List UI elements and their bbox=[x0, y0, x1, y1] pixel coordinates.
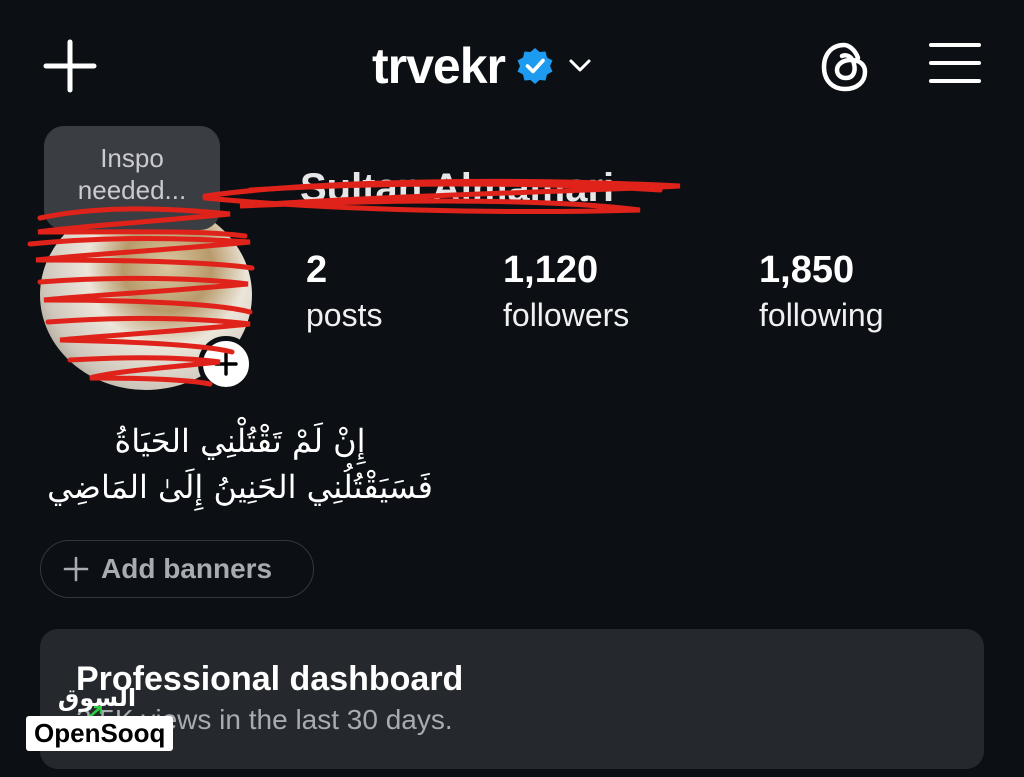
note-bubble[interactable]: Inspo needed... bbox=[44, 126, 220, 230]
stat-posts[interactable]: 2 posts bbox=[306, 248, 382, 338]
full-name: Sultan Almamari bbox=[300, 166, 615, 210]
stat-followers[interactable]: 1,120 followers bbox=[503, 248, 629, 338]
plus-icon bbox=[63, 556, 89, 582]
posts-label: posts bbox=[306, 297, 383, 333]
add-banners-button[interactable]: Add banners bbox=[40, 540, 314, 598]
plus-icon bbox=[214, 352, 238, 376]
following-label: following bbox=[759, 297, 884, 333]
threads-icon[interactable] bbox=[818, 40, 872, 94]
stat-following[interactable]: 1,850 following bbox=[759, 248, 884, 338]
bio-line-2: فَسَيَقْتُلُنِي الحَنِينُ إِلَىٰ المَاضِ… bbox=[47, 468, 433, 506]
add-story-button[interactable] bbox=[198, 336, 254, 392]
followers-label: followers bbox=[503, 297, 630, 333]
username: trvekr bbox=[372, 38, 506, 94]
bio-line-1: إِنْ لَمْ تَقْتُلْنِي الحَيَاةُ bbox=[114, 422, 366, 460]
hamburger-menu-icon[interactable] bbox=[928, 40, 982, 86]
verified-badge-icon bbox=[517, 48, 553, 84]
posts-count: 2 bbox=[306, 249, 328, 291]
account-switcher[interactable]: trvekr bbox=[372, 34, 595, 98]
chevron-down-icon[interactable] bbox=[565, 51, 595, 81]
followers-count: 1,120 bbox=[503, 249, 599, 291]
watermark-brand: OpenSooq bbox=[26, 716, 174, 751]
add-banners-label: Add banners bbox=[101, 553, 273, 584]
following-count: 1,850 bbox=[759, 249, 855, 291]
professional-dashboard-card[interactable] bbox=[40, 629, 984, 769]
bio: إِنْ لَمْ تَقْتُلْنِي الحَيَاةُ فَسَيَقْ… bbox=[30, 418, 450, 510]
new-post-plus-icon[interactable] bbox=[40, 36, 100, 96]
